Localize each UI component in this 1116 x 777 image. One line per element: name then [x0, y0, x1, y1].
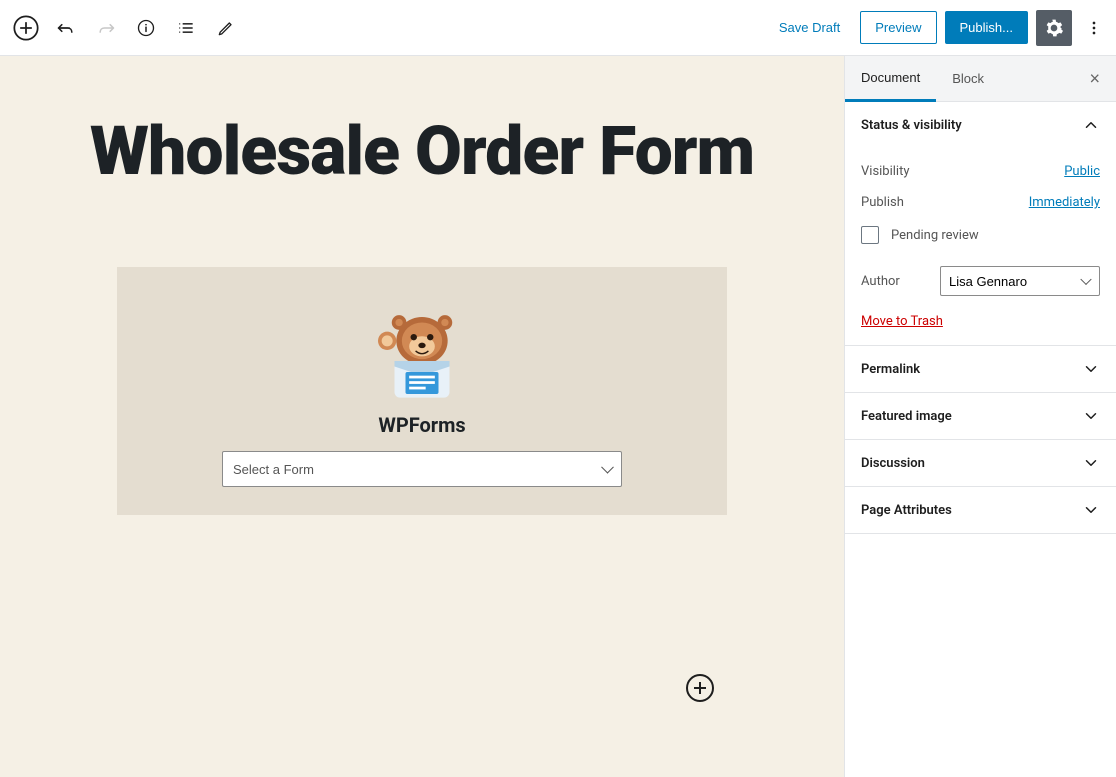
- panel-title: Discussion: [861, 456, 925, 471]
- editor-canvas[interactable]: Wholesale Order Form: [0, 56, 844, 777]
- panel-header-featured-image[interactable]: Featured image: [845, 393, 1116, 439]
- panel-page-attributes: Page Attributes: [845, 487, 1116, 534]
- tab-block[interactable]: Block: [936, 57, 1000, 100]
- panel-title: Permalink: [861, 362, 920, 377]
- panel-title: Featured image: [861, 409, 952, 424]
- pencil-icon: [216, 18, 236, 38]
- author-label: Author: [861, 274, 900, 289]
- add-block-inline-button[interactable]: [686, 674, 714, 702]
- undo-icon: [56, 18, 76, 38]
- main-area: Wholesale Order Form: [0, 56, 1116, 777]
- publish-button[interactable]: Publish...: [945, 11, 1028, 44]
- panel-body-status: Visibility Public Publish Immediately Pe…: [845, 148, 1116, 345]
- move-to-trash-link[interactable]: Move to Trash: [861, 314, 943, 329]
- visibility-row: Visibility Public: [861, 156, 1100, 187]
- panel-header-status[interactable]: Status & visibility: [845, 102, 1116, 148]
- chevron-down-icon: [1082, 407, 1100, 425]
- panel-header-discussion[interactable]: Discussion: [845, 440, 1116, 486]
- list-icon: [176, 18, 196, 38]
- edit-button[interactable]: [208, 10, 244, 46]
- info-icon: [136, 18, 156, 38]
- visibility-value-link[interactable]: Public: [1064, 164, 1100, 179]
- redo-button[interactable]: [88, 10, 124, 46]
- tab-document[interactable]: Document: [845, 56, 936, 102]
- author-row: Author Lisa Gennaro: [861, 258, 1100, 304]
- wpforms-block[interactable]: WPForms Select a Form: [117, 267, 727, 515]
- gear-icon: [1044, 18, 1064, 38]
- visibility-label: Visibility: [861, 164, 910, 179]
- checkbox-icon[interactable]: [861, 226, 879, 244]
- outline-button[interactable]: [168, 10, 204, 46]
- form-select-wrap: Select a Form: [222, 451, 622, 487]
- close-sidebar-button[interactable]: ×: [1081, 64, 1108, 93]
- more-vertical-icon: [1084, 18, 1104, 38]
- editor-topbar: Save Draft Preview Publish...: [0, 0, 1116, 56]
- chevron-down-icon: [1082, 501, 1100, 519]
- preview-button[interactable]: Preview: [860, 11, 936, 44]
- block-label: WPForms: [137, 413, 707, 437]
- panel-status-visibility: Status & visibility Visibility Public Pu…: [845, 102, 1116, 346]
- settings-button[interactable]: [1036, 10, 1072, 46]
- panel-title: Status & visibility: [861, 118, 962, 133]
- author-select[interactable]: Lisa Gennaro: [940, 266, 1100, 296]
- sidebar-tabs: Document Block ×: [845, 56, 1116, 102]
- chevron-down-icon: [1082, 360, 1100, 378]
- more-menu-button[interactable]: [1080, 10, 1108, 46]
- publish-label: Publish: [861, 195, 904, 210]
- topbar-left: [8, 10, 244, 46]
- page-title[interactable]: Wholesale Order Form: [40, 116, 804, 187]
- publish-row: Publish Immediately: [861, 187, 1100, 218]
- panel-header-permalink[interactable]: Permalink: [845, 346, 1116, 392]
- editor-canvas-wrap: Wholesale Order Form: [0, 56, 844, 777]
- panel-header-page-attributes[interactable]: Page Attributes: [845, 487, 1116, 533]
- redo-icon: [96, 18, 116, 38]
- pending-review-label: Pending review: [891, 228, 979, 243]
- publish-value-link[interactable]: Immediately: [1029, 195, 1100, 210]
- info-button[interactable]: [128, 10, 164, 46]
- wpforms-mascot-icon: [367, 295, 477, 405]
- author-select-wrap: Lisa Gennaro: [940, 266, 1100, 296]
- pending-review-row[interactable]: Pending review: [861, 218, 1100, 258]
- chevron-down-icon: [1082, 454, 1100, 472]
- panel-discussion: Discussion: [845, 440, 1116, 487]
- add-block-toolbar-button[interactable]: [8, 10, 44, 46]
- panel-featured-image: Featured image: [845, 393, 1116, 440]
- form-select[interactable]: Select a Form: [222, 451, 622, 487]
- panel-permalink: Permalink: [845, 346, 1116, 393]
- topbar-right: Save Draft Preview Publish...: [767, 10, 1108, 46]
- chevron-up-icon: [1082, 116, 1100, 134]
- panel-title: Page Attributes: [861, 503, 952, 518]
- settings-sidebar: Document Block × Status & visibility Vis…: [844, 56, 1116, 777]
- save-draft-button[interactable]: Save Draft: [767, 12, 852, 43]
- undo-button[interactable]: [48, 10, 84, 46]
- plus-circle-icon: [12, 14, 40, 42]
